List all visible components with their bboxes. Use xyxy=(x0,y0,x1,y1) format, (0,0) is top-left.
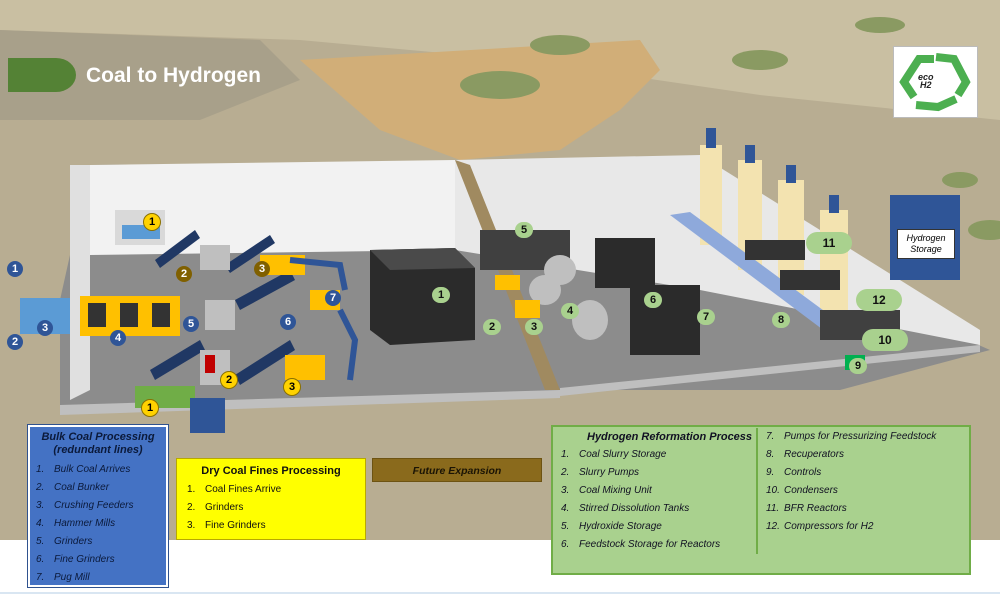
vegetation xyxy=(732,50,788,70)
marker-h2-3: 3 xyxy=(525,319,543,335)
list-item: 3. Crushing Feeders xyxy=(36,500,134,511)
eco-h2-logo: eco H2 xyxy=(893,46,978,118)
vegetation xyxy=(855,17,905,33)
list-item: 2. Coal Bunker xyxy=(36,482,110,493)
list-item: 9. Controls xyxy=(766,467,822,478)
list-item: 1. Coal Slurry Storage xyxy=(561,449,667,460)
list-item: 6. Feedstock Storage for Reactors xyxy=(561,539,721,550)
bulk-coal-legend: Bulk Coal Processing (redundant lines) 1… xyxy=(27,424,169,588)
vegetation xyxy=(460,71,540,99)
marker-line2-2: 2 xyxy=(176,266,192,282)
marker-h2-4: 4 xyxy=(561,303,579,319)
marker-h2-2: 2 xyxy=(483,319,501,335)
list-item: 2. Slurry Pumps xyxy=(561,467,640,478)
marker-dry-2: 2 xyxy=(220,371,238,389)
dry-legend-title: Dry Coal Fines Processing xyxy=(201,465,341,477)
list-item: 3. Fine Grinders xyxy=(187,520,266,531)
hydrogen-legend: Hydrogen Reformation Process 1. Coal Slur… xyxy=(551,425,971,575)
list-item: 4. Hammer Mills xyxy=(36,518,116,529)
marker-h2-10: 10 xyxy=(862,329,908,351)
compressor xyxy=(745,240,805,260)
marker-bulk-2: 2 xyxy=(7,334,23,350)
list-item: 8. Recuperators xyxy=(766,449,845,460)
marker-bulk-1: 1 xyxy=(7,261,23,277)
recycle-icon xyxy=(899,53,971,112)
list-item: 10. Condensers xyxy=(766,485,838,496)
list-item: 3. Coal Mixing Unit xyxy=(561,485,652,496)
marker-bulk-6: 6 xyxy=(280,314,296,330)
divider xyxy=(0,592,1000,594)
hydrogen-storage-label: Hydrogen Storage xyxy=(897,229,955,259)
marker-bulk-3: 3 xyxy=(37,320,53,336)
vegetation xyxy=(942,172,978,188)
list-item: 12. Compressors for H2 xyxy=(766,521,874,532)
marker-h2-11: 11 xyxy=(806,232,852,254)
marker-h2-12: 12 xyxy=(856,289,902,311)
left-wall xyxy=(70,165,90,400)
logo-line2: H2 xyxy=(920,80,932,90)
marker-bulk-7: 7 xyxy=(325,290,341,306)
marker-h2-5: 5 xyxy=(515,222,533,238)
bulk-legend-title: Bulk Coal Processing (redundant lines) xyxy=(41,431,155,456)
list-item: 1. Coal Fines Arrive xyxy=(187,484,282,495)
page-title: Coal to Hydrogen xyxy=(86,64,262,87)
list-item: 7. Pug Mill xyxy=(36,572,90,583)
marker-fines-1: 1 xyxy=(143,213,161,231)
list-item: 5. Hydroxide Storage xyxy=(561,521,662,532)
dry-coal-legend: Dry Coal Fines Processing 1. Coal Fines A… xyxy=(176,458,366,540)
vegetation xyxy=(530,35,590,55)
feedstock-storage xyxy=(595,238,655,288)
marker-bulk-4: 4 xyxy=(110,330,126,346)
marker-h2-8: 8 xyxy=(772,312,790,328)
title-tab xyxy=(8,58,56,92)
marker-dry-1: 1 xyxy=(141,399,159,417)
list-item: 11. BFR Reactors xyxy=(766,503,847,514)
list-item: 4. Stirred Dissolution Tanks xyxy=(561,503,690,514)
marker-bulk-5: 5 xyxy=(183,316,199,332)
list-item: 1. Bulk Coal Arrives xyxy=(36,464,131,475)
marker-dry-3: 3 xyxy=(283,378,301,396)
marker-h2-6: 6 xyxy=(644,292,662,308)
marker-line2-3: 3 xyxy=(254,261,270,277)
marker-h2-7: 7 xyxy=(697,309,715,325)
future-expansion-label: Future Expansion xyxy=(372,458,542,482)
list-item: 7. Pumps for Pressurizing Feedstock xyxy=(766,431,937,442)
list-item: 5. Grinders xyxy=(36,536,93,547)
list-item: 2. Grinders xyxy=(187,502,244,513)
marker-h2-9: 9 xyxy=(849,358,867,374)
list-item: 6. Fine Grinders xyxy=(36,554,115,565)
marker-h2-1: 1 xyxy=(432,287,450,303)
